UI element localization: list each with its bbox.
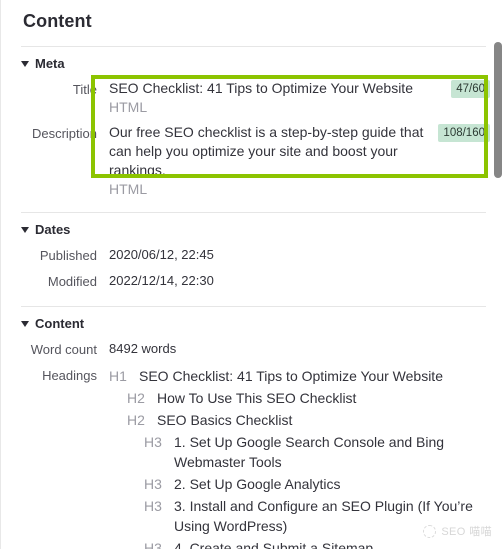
watermark-logo-icon: [423, 524, 437, 538]
modified-value: 2022/12/14, 22:30: [109, 273, 214, 288]
heading-level-tag: H2: [127, 390, 145, 406]
meta-title-length-badge: 47/60: [451, 80, 490, 98]
heading-level-tag: H1: [109, 368, 127, 384]
row-label-published: Published: [39, 248, 97, 263]
row-label-description: Description: [31, 126, 97, 141]
heading-text: SEO Basics Checklist: [157, 412, 293, 428]
heading-text: 4. Create and Submit a Sitemap: [174, 540, 374, 549]
row-label-word-count: Word count: [30, 342, 97, 357]
watermark: SEO 喵喵: [423, 523, 492, 539]
word-count-value: 8492 words: [109, 341, 177, 356]
row-published: Published 2020/06/12, 22:45: [1, 242, 504, 268]
chevron-down-icon: [21, 321, 29, 327]
published-value: 2020/06/12, 22:45: [109, 247, 214, 262]
content-analysis-panel: Content Meta Title SEO Checklist: 41 Tip…: [0, 0, 504, 549]
heading-level-tag: H3: [144, 434, 162, 450]
panel-header: Content: [1, 0, 504, 40]
section-dates-header[interactable]: Dates: [1, 222, 504, 237]
row-label-modified: Modified: [47, 274, 97, 289]
section-dates: Dates Published 2020/06/12, 22:45 Modifi…: [1, 213, 504, 294]
row-headings: Headings H1 SEO Checklist: 41 Tips to Opt…: [1, 362, 504, 549]
meta-title-source: HTML: [109, 99, 148, 115]
page-title: Content: [23, 11, 92, 31]
chevron-down-icon: [21, 61, 29, 67]
scrollbar[interactable]: [493, 0, 504, 549]
section-content-label: Content: [35, 316, 85, 331]
heading-level-tag: H3: [144, 476, 162, 492]
row-modified: Modified 2022/12/14, 22:30: [1, 268, 504, 294]
row-value-description: Our free SEO checklist is a step-by-step…: [97, 123, 504, 199]
heading-item: H2 How To Use This SEO Checklist: [127, 387, 490, 409]
section-content: Content Word count 8492 words Headings H…: [1, 307, 504, 549]
meta-description-source: HTML: [109, 181, 148, 197]
row-value-title: SEO Checklist: 41 Tips to Optimize Your …: [97, 79, 504, 117]
heading-item: H3 2. Set Up Google Analytics: [144, 473, 490, 495]
section-meta: Meta Title SEO Checklist: 41 Tips to Opt…: [1, 47, 504, 202]
section-meta-label: Meta: [35, 56, 65, 71]
heading-text: SEO Checklist: 41 Tips to Optimize Your …: [139, 368, 443, 384]
row-word-count: Word count 8492 words: [1, 336, 504, 362]
row-label-headings: Headings: [42, 368, 97, 383]
meta-description-value: Our free SEO checklist is a step-by-step…: [109, 124, 424, 178]
section-content-header[interactable]: Content: [1, 316, 504, 331]
section-dates-label: Dates: [35, 222, 71, 237]
heading-item: H3 1. Set Up Google Search Console and Bi…: [144, 431, 490, 473]
watermark-text: SEO 喵喵: [441, 526, 492, 538]
heading-item: H2 SEO Basics Checklist: [127, 409, 490, 431]
heading-text: 2. Set Up Google Analytics: [174, 476, 341, 492]
row-label-title: Title: [72, 82, 97, 97]
section-meta-header[interactable]: Meta: [1, 56, 504, 71]
heading-text: How To Use This SEO Checklist: [157, 390, 357, 406]
headings-list: H1 SEO Checklist: 41 Tips to Optimize You…: [97, 365, 504, 549]
meta-title-value: SEO Checklist: 41 Tips to Optimize Your …: [109, 80, 413, 96]
scrollbar-thumb[interactable]: [494, 42, 502, 178]
heading-level-tag: H3: [144, 498, 162, 514]
heading-item: H1 SEO Checklist: 41 Tips to Optimize You…: [109, 365, 490, 387]
heading-text: 1. Set Up Google Search Console and Bing…: [174, 434, 445, 470]
heading-level-tag: H3: [144, 540, 162, 549]
row-meta-description: Description Our free SEO checklist is a …: [1, 120, 504, 202]
row-meta-title: Title SEO Checklist: 41 Tips to Optimize…: [1, 76, 504, 120]
heading-level-tag: H2: [127, 412, 145, 428]
chevron-down-icon: [21, 227, 29, 233]
meta-description-length-badge: 108/160: [438, 124, 490, 142]
